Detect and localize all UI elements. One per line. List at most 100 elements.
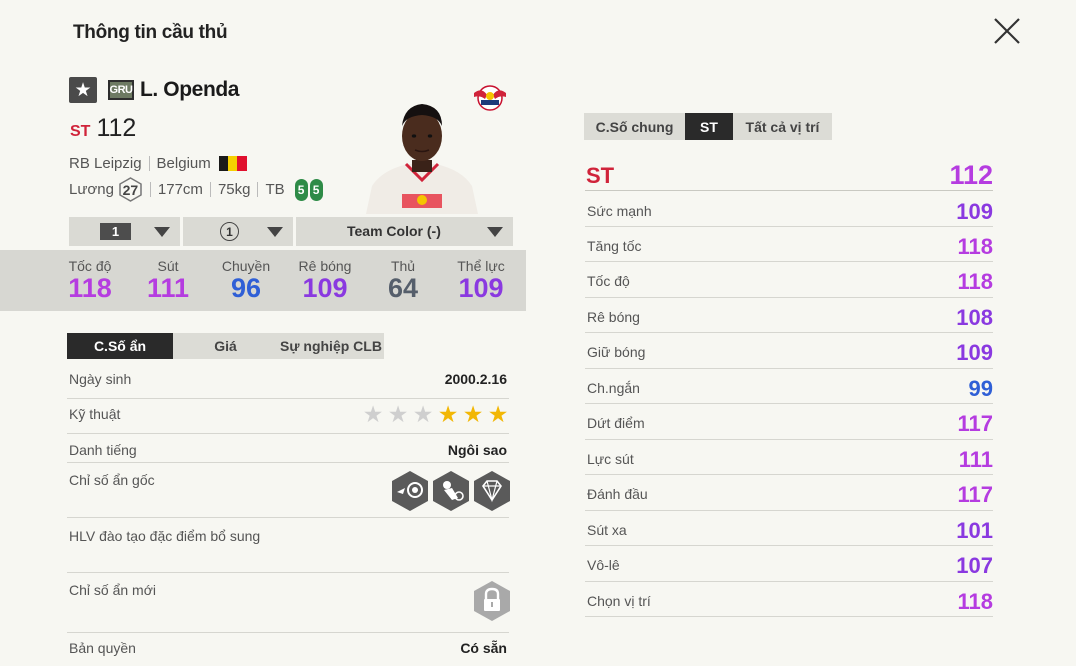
- position-value: 112: [949, 160, 993, 190]
- season-badge: GRU: [108, 80, 134, 100]
- info-tabs: C.Số ẩn Giá Sự nghiệp CLB: [67, 333, 384, 359]
- right-foot-icon: 5: [309, 178, 323, 201]
- team-color-select[interactable]: Team Color (-): [296, 217, 513, 246]
- stat-label: Thể lực: [457, 258, 505, 274]
- attr-row: Dứt điểm 117: [585, 404, 993, 440]
- stat-label: Tốc độ: [68, 258, 112, 274]
- attr-value: 111: [958, 447, 993, 472]
- divider: [257, 182, 259, 197]
- skill-label: Kỹ thuật: [69, 406, 121, 422]
- star-icon: ★: [487, 401, 509, 427]
- attr-value: 107: [956, 553, 993, 578]
- reputation-row: Danh tiếng Ngôi sao: [67, 434, 509, 463]
- trait-icon[interactable]: [432, 470, 470, 512]
- attr-value: 117: [957, 411, 994, 436]
- height: 177cm: [157, 181, 203, 198]
- position-tag: ST: [70, 123, 91, 140]
- divider: [148, 156, 150, 171]
- tab-price[interactable]: Giá: [173, 333, 278, 359]
- attr-value: 99: [968, 376, 993, 401]
- club-nation-line: RB Leipzig Belgium: [69, 155, 247, 172]
- player-photo: [366, 104, 478, 214]
- weight: 75kg: [217, 181, 251, 198]
- stat-value: 109: [302, 273, 348, 303]
- summary-stats: Tốc độ 118 Sút 111 Chuyền 96 Rê bóng 109 Thủ…: [0, 250, 526, 311]
- attr-value: 118: [957, 269, 994, 294]
- skill-row: Kỹ thuật ★ ★ ★ ★ ★ ★: [67, 399, 509, 434]
- star-icon: ★: [412, 401, 434, 427]
- upgrade-level-select[interactable]: 1: [69, 217, 180, 246]
- stat-label: Thủ: [390, 258, 416, 274]
- attr-row: Ch.ngắn 99: [585, 369, 993, 404]
- tab-club-career[interactable]: Sự nghiệp CLB: [278, 333, 384, 359]
- attr-label: Vô-lê: [587, 557, 620, 573]
- star-icon[interactable]: ★: [69, 77, 97, 103]
- nation-name: Belgium: [156, 155, 211, 172]
- reputation-label: Danh tiếng: [69, 442, 137, 458]
- attr-value: 109: [956, 199, 993, 224]
- lock-icon[interactable]: [473, 580, 511, 622]
- attr-row: Đánh đầu 117: [585, 475, 993, 511]
- diamond-icon[interactable]: [473, 470, 511, 512]
- attr-label: Rê bóng: [587, 309, 640, 325]
- physical-line: Lương 27 177cm 75kg TB 5 5: [69, 177, 323, 202]
- overall-rating: 112: [96, 114, 137, 142]
- team-color-level-value: 1: [220, 222, 239, 241]
- body-type: TB: [265, 181, 285, 198]
- attr-label: Chọn vị trí: [587, 593, 651, 609]
- stat-label: Chuyền: [221, 258, 271, 274]
- tab-st[interactable]: ST: [685, 113, 733, 140]
- coach-label: HLV đào tạo đặc điểm bổ sung: [69, 528, 261, 544]
- attr-value: 101: [956, 518, 993, 543]
- attr-label: Sức mạnh: [587, 203, 652, 219]
- attr-label: Tăng tốc: [587, 238, 642, 254]
- tab-all-positions[interactable]: Tất cả vị trí: [733, 113, 832, 140]
- position-label: ST: [586, 163, 615, 188]
- reputation-value: Ngôi sao: [447, 442, 507, 458]
- stat-dribbling: Rê bóng 109: [285, 258, 365, 302]
- attribute-tabs: C.Số chung ST Tất cả vị trí: [584, 113, 832, 140]
- license-row: Bản quyền Có sẵn: [67, 633, 509, 666]
- new-traits-row: Chỉ số ẩn mới: [67, 573, 509, 633]
- attr-label: Sút xa: [587, 522, 627, 538]
- attr-row: Tăng tốc 118: [585, 227, 993, 262]
- star-icon: ★: [437, 401, 459, 427]
- close-icon[interactable]: [990, 14, 1024, 48]
- stat-label: Rê bóng: [298, 258, 352, 274]
- attr-label: Dứt điểm: [587, 415, 645, 431]
- attr-value: 117: [957, 482, 994, 507]
- attr-value: 118: [957, 589, 994, 614]
- attr-label: Đánh đầu: [587, 486, 648, 502]
- attr-row: Rê bóng 108: [585, 298, 993, 333]
- stat-physical: Thể lực 109: [441, 258, 521, 302]
- attr-row: Chọn vị trí 118: [585, 582, 993, 617]
- team-color-level-select[interactable]: 1: [183, 217, 293, 246]
- birth-row: Ngày sinh 2000.2.16: [67, 367, 509, 399]
- stat-value: 109: [458, 273, 504, 303]
- belgium-flag-icon: [218, 156, 247, 171]
- attr-value: 118: [957, 234, 994, 259]
- divider: [149, 182, 151, 197]
- chevron-down-icon: [487, 227, 503, 237]
- divider: [209, 182, 211, 197]
- star-icon: ★: [362, 401, 384, 427]
- attr-row: Sức mạnh 109: [585, 191, 993, 227]
- birth-value: 2000.2.16: [444, 371, 507, 387]
- page-title: Thông tin cầu thủ: [73, 22, 228, 43]
- player-header: ★ GRU L. Openda: [69, 77, 239, 103]
- trait-icon[interactable]: [391, 470, 429, 512]
- tab-general[interactable]: C.Số chung: [584, 113, 685, 140]
- stat-value: 118: [68, 273, 112, 303]
- traits-label: Chỉ số ẩn gốc: [69, 472, 155, 488]
- attr-value: 108: [956, 305, 993, 330]
- foot-ratings: 5 5: [294, 178, 323, 201]
- stat-label: Sút: [157, 258, 179, 274]
- stat-defending: Thủ 64: [363, 258, 443, 302]
- attr-row: Vô-lê 107: [585, 546, 993, 582]
- attr-label: Lực sút: [587, 451, 634, 467]
- stat-passing: Chuyền 96: [206, 258, 286, 302]
- team-color-value: Team Color (-): [347, 223, 441, 239]
- chevron-down-icon: [154, 227, 170, 237]
- tab-hidden-stats[interactable]: C.Số ẩn: [67, 333, 173, 359]
- wage-label: Lương: [69, 181, 114, 198]
